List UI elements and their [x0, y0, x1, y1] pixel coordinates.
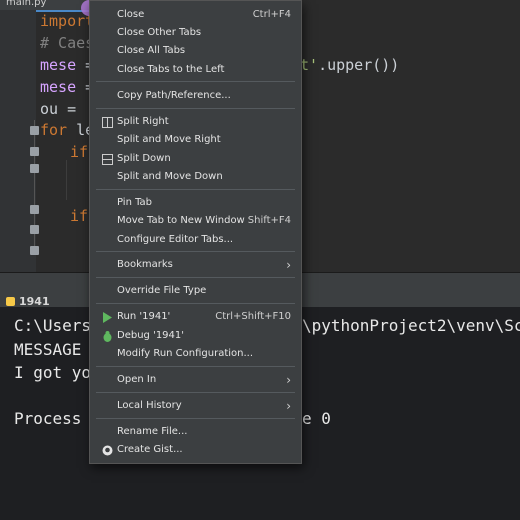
fold-marker-icon[interactable] — [30, 126, 39, 135]
menu-item-local-history[interactable]: Local History › — [90, 397, 301, 415]
menu-item-split-move-right[interactable]: Split and Move Right — [90, 131, 301, 149]
menu-item-close[interactable]: Close Ctrl+F4 — [90, 6, 301, 24]
editor-tab-label: main.py — [6, 0, 47, 8]
debug-bug-icon — [103, 331, 112, 342]
menu-item-pin-tab[interactable]: Pin Tab — [90, 194, 301, 212]
menu-item-override-file-type[interactable]: Override File Type — [90, 282, 301, 300]
menu-separator — [96, 189, 295, 190]
submenu-arrow-icon: › — [286, 399, 291, 413]
split-down-icon — [102, 154, 113, 165]
menu-item-bookmarks[interactable]: Bookmarks › — [90, 256, 301, 274]
submenu-arrow-icon: › — [286, 258, 291, 272]
menu-item-move-tab-new-window[interactable]: Move Tab to New Window Shift+F4 — [90, 212, 301, 230]
menu-separator — [96, 303, 295, 304]
python-icon — [6, 296, 15, 306]
console-line: e 0 — [302, 409, 331, 428]
run-tab-label: 1941 — [19, 294, 50, 308]
fold-guide — [34, 120, 35, 255]
console-line: \pythonProject2\venv\Sc — [302, 316, 520, 335]
console-line: I got yo — [14, 363, 92, 382]
menu-item-copy-path[interactable]: Copy Path/Reference... — [90, 87, 301, 105]
menu-item-open-in[interactable]: Open In › — [90, 371, 301, 389]
editor-tab-context-menu: Close Ctrl+F4 Close Other Tabs Close All … — [89, 0, 302, 464]
split-right-icon — [102, 117, 113, 128]
menu-item-split-right[interactable]: Split Right — [90, 113, 301, 131]
fold-marker-icon[interactable] — [30, 225, 39, 234]
fold-marker-icon[interactable] — [30, 205, 39, 214]
run-tab[interactable]: 1941 — [0, 294, 56, 308]
console-line: Process — [14, 409, 82, 428]
menu-item-run[interactable]: Run '1941' Ctrl+Shift+F10 — [90, 308, 301, 326]
menu-separator — [96, 251, 295, 252]
menu-separator — [96, 277, 295, 278]
code-fragment: t'.upper()) — [300, 56, 400, 74]
code-line: if — [70, 207, 89, 225]
menu-item-configure-editor-tabs[interactable]: Configure Editor Tabs... — [90, 231, 301, 249]
github-icon — [102, 445, 113, 456]
console-line: MESSAGE — [14, 340, 82, 359]
menu-item-close-other-tabs[interactable]: Close Other Tabs — [90, 24, 301, 42]
menu-item-close-all-tabs[interactable]: Close All Tabs — [90, 42, 301, 60]
run-play-icon — [103, 312, 112, 323]
menu-separator — [96, 81, 295, 82]
menu-item-debug[interactable]: Debug '1941' — [90, 327, 301, 345]
menu-item-close-tabs-left[interactable]: Close Tabs to the Left — [90, 61, 301, 79]
menu-separator — [96, 418, 295, 419]
menu-item-rename-file[interactable]: Rename File... — [90, 423, 301, 441]
menu-separator — [96, 366, 295, 367]
console-line: C:\Users — [14, 316, 92, 335]
menu-item-split-move-down[interactable]: Split and Move Down — [90, 168, 301, 186]
submenu-arrow-icon: › — [286, 373, 291, 387]
menu-separator — [96, 392, 295, 393]
code-line: if — [70, 143, 89, 161]
menu-item-split-down[interactable]: Split Down — [90, 150, 301, 168]
fold-marker-icon[interactable] — [30, 164, 39, 173]
menu-separator — [96, 108, 295, 109]
menu-item-create-gist[interactable]: Create Gist... — [90, 441, 301, 459]
fold-marker-icon[interactable] — [30, 147, 39, 156]
fold-marker-icon[interactable] — [30, 246, 39, 255]
indent-guide — [66, 160, 67, 200]
menu-item-modify-run-config[interactable]: Modify Run Configuration... — [90, 345, 301, 363]
